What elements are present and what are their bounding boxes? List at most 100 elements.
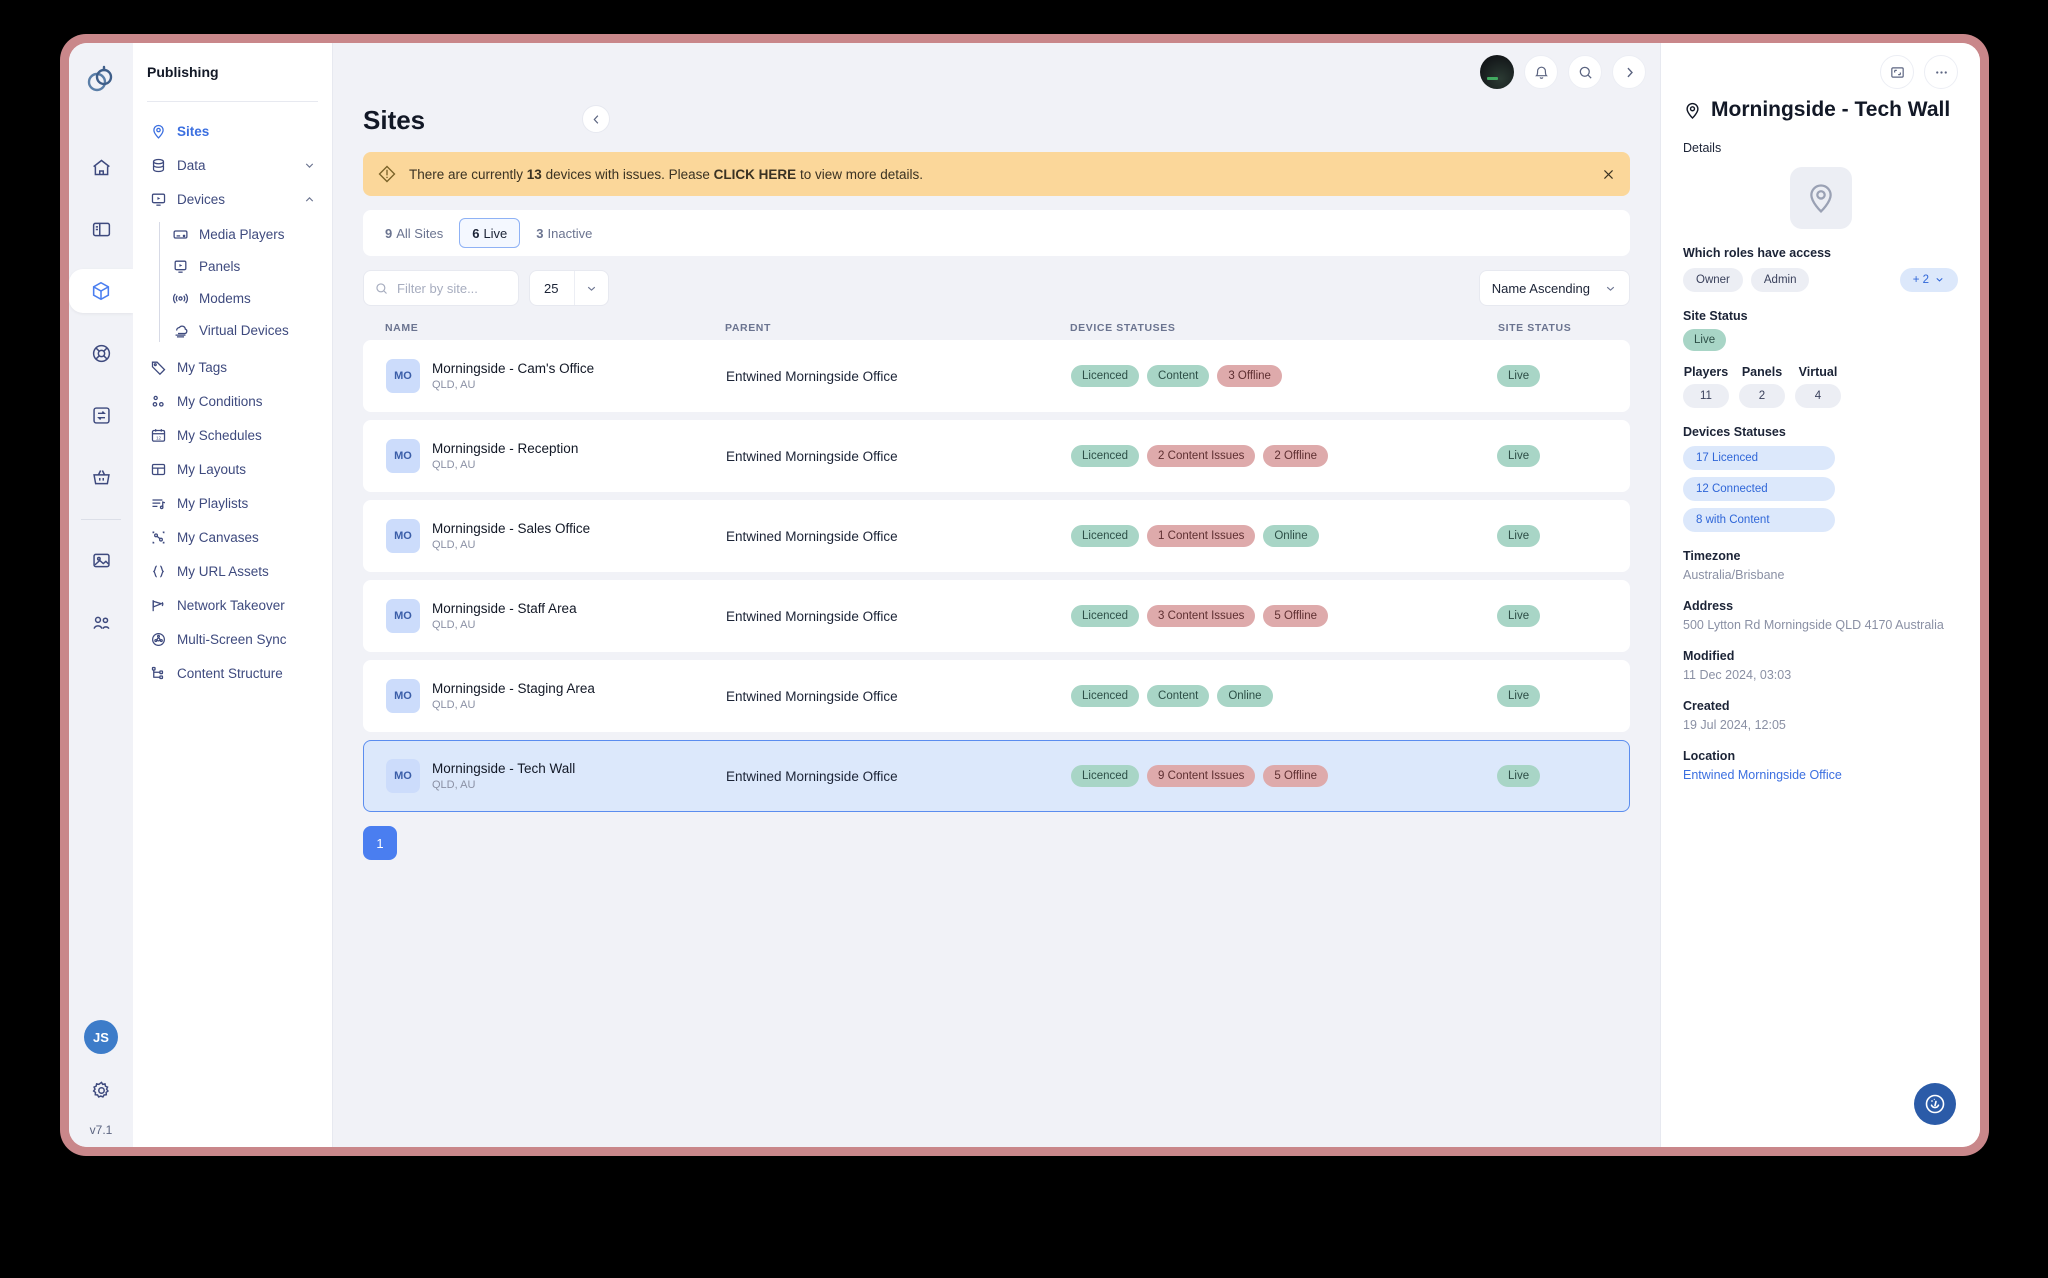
nav-item-label: My Conditions — [177, 393, 263, 409]
screen-root: JS v7.1 Publishing Sites Data Devices Me… — [0, 0, 2048, 1278]
expand-panel-icon[interactable] — [1880, 55, 1914, 89]
brand-logo-icon[interactable] — [79, 57, 123, 101]
sort-select[interactable]: Name Ascending — [1478, 270, 1630, 306]
site-location: QLD, AU — [432, 379, 476, 391]
site-status: Live — [1497, 445, 1607, 467]
table-row-selected[interactable]: MO Morningside - Tech Wall QLD, AU Entwi… — [363, 740, 1630, 812]
chevron-down-icon[interactable] — [574, 271, 608, 305]
site-initials-badge: MO — [386, 519, 420, 553]
nav-item-multi-screen-sync[interactable]: Multi-Screen Sync — [141, 622, 324, 656]
nav-item-my-layouts[interactable]: My Layouts — [141, 452, 324, 486]
nav-item-my-playlists[interactable]: My Playlists — [141, 486, 324, 520]
collapse-nav-button[interactable] — [582, 105, 610, 133]
chevron-up-icon[interactable] — [303, 193, 316, 206]
detail-title: Morningside - Tech Wall — [1711, 98, 1951, 121]
sort-value: Name Ascending — [1491, 280, 1590, 296]
table-row[interactable]: MO Morningside - Staging Area QLD, AU En… — [363, 660, 1630, 732]
nav-item-data[interactable]: Data — [141, 148, 324, 182]
devices-issues-alert: There are currently 13 devices with issu… — [363, 152, 1630, 196]
rail-item-users[interactable] — [79, 600, 123, 644]
location-label: Location — [1683, 748, 1736, 763]
rail-item-layouts[interactable] — [79, 207, 123, 251]
app-version: v7.1 — [89, 1123, 113, 1137]
rail-item-support[interactable] — [79, 331, 123, 375]
table-row[interactable]: MO Morningside - Cam's Office QLD, AU En… — [363, 340, 1630, 412]
tab-inactive[interactable]: 3 Inactive — [524, 218, 604, 248]
help-assistant-icon[interactable] — [1914, 1083, 1956, 1125]
site-location: QLD, AU — [432, 779, 476, 791]
site-name: Morningside - Staff Area — [432, 601, 577, 616]
created-value: 19 Jul 2024, 12:05 — [1683, 717, 1786, 732]
nav-item-panels[interactable]: Panels — [163, 250, 324, 282]
user-avatar[interactable] — [1480, 55, 1514, 89]
rail-item-sync[interactable] — [79, 393, 123, 437]
column-header-site-status: SITE STATUS — [1498, 322, 1572, 334]
alert-link[interactable]: CLICK HERE — [714, 167, 797, 182]
nav-item-label: Multi-Screen Sync — [177, 631, 287, 647]
rail-item-home[interactable] — [79, 145, 123, 189]
status-badge: Live — [1683, 328, 1727, 351]
count-label: Virtual — [1798, 364, 1838, 379]
page-size-select[interactable]: 25 — [529, 270, 610, 306]
virtual-device-icon — [171, 321, 189, 339]
table-row[interactable]: MO Morningside - Staff Area QLD, AU Entw… — [363, 580, 1630, 652]
nav-item-my-conditions[interactable]: My Conditions — [141, 384, 324, 418]
role-chip: Admin — [1750, 267, 1810, 292]
chevron-right-icon[interactable] — [1612, 55, 1646, 89]
nav-item-media-players[interactable]: Media Players — [163, 218, 324, 250]
chevron-down-icon[interactable] — [303, 159, 316, 172]
page-button-1[interactable]: 1 — [363, 826, 397, 860]
nav-item-devices[interactable]: Devices — [141, 182, 324, 216]
status-badge: Licenced — [1071, 445, 1140, 467]
page-title: Sites — [363, 105, 426, 135]
search-icon[interactable] — [1568, 55, 1602, 89]
nav-item-network-takeover[interactable]: Network Takeover — [141, 588, 324, 622]
rail-item-publishing[interactable] — [69, 269, 133, 313]
site-status-tabs: 9 All Sites 6 Live 3 Inactive — [363, 210, 1630, 256]
roles-more-button[interactable]: + 2 — [1899, 267, 1958, 292]
tab-count: 9 — [385, 225, 393, 241]
nav-item-my-canvases[interactable]: My Canvases — [141, 520, 324, 554]
nav-item-modems[interactable]: Modems — [163, 282, 324, 314]
detail-toolbar — [1683, 43, 1958, 101]
tab-live[interactable]: 6 Live — [459, 218, 521, 248]
nav-item-label: Network Takeover — [177, 597, 285, 613]
roles-access-label: Which roles have access — [1683, 245, 1831, 260]
site-status: Live — [1497, 525, 1607, 547]
rail-item-store[interactable] — [79, 455, 123, 499]
status-badge: 2 Content Issues — [1147, 445, 1256, 467]
nav-item-virtual-devices[interactable]: Virtual Devices — [163, 314, 324, 346]
nav-item-my-url-assets[interactable]: My URL Assets — [141, 554, 324, 588]
status-badge: Licenced — [1071, 685, 1140, 707]
gear-icon[interactable] — [91, 1080, 112, 1101]
site-status: Live — [1497, 605, 1607, 627]
count-value: 2 — [1739, 383, 1785, 408]
table-row[interactable]: MO Morningside - Sales Office QLD, AU En… — [363, 500, 1630, 572]
device-counts: Players 11 Panels 2 Virtual 4 — [1683, 365, 1958, 408]
site-status: Live — [1497, 685, 1607, 707]
nav-item-sites[interactable]: Sites — [141, 114, 324, 148]
nav-item-my-tags[interactable]: My Tags — [141, 350, 324, 384]
search-input[interactable]: Filter by site... — [363, 270, 519, 306]
site-location: QLD, AU — [432, 699, 476, 711]
location-pin-icon — [149, 122, 167, 140]
nav-panel: Publishing Sites Data Devices Media Play… — [133, 43, 333, 1147]
table-row[interactable]: MO Morningside - Reception QLD, AU Entwi… — [363, 420, 1630, 492]
rail-item-media[interactable] — [79, 538, 123, 582]
status-badge: 1 Content Issues — [1147, 525, 1256, 547]
nav-item-label: My URL Assets — [177, 563, 269, 579]
layout-grid-icon — [149, 460, 167, 478]
tab-all-sites[interactable]: 9 All Sites — [373, 218, 455, 248]
count-virtual: Virtual 4 — [1795, 365, 1841, 408]
close-icon[interactable] — [1601, 167, 1616, 182]
app-window: JS v7.1 Publishing Sites Data Devices Me… — [69, 43, 1980, 1147]
chevron-down-icon — [1934, 274, 1945, 285]
user-avatar-initials[interactable]: JS — [84, 1020, 118, 1054]
site-initials-badge: MO — [386, 439, 420, 473]
bell-icon[interactable] — [1524, 55, 1558, 89]
nav-item-my-schedules[interactable]: 12 My Schedules — [141, 418, 324, 452]
location-link[interactable]: Entwined Morningside Office — [1683, 768, 1958, 782]
more-horizontal-icon[interactable] — [1924, 55, 1958, 89]
nav-item-content-structure[interactable]: Content Structure — [141, 656, 324, 690]
modem-signal-icon — [171, 289, 189, 307]
